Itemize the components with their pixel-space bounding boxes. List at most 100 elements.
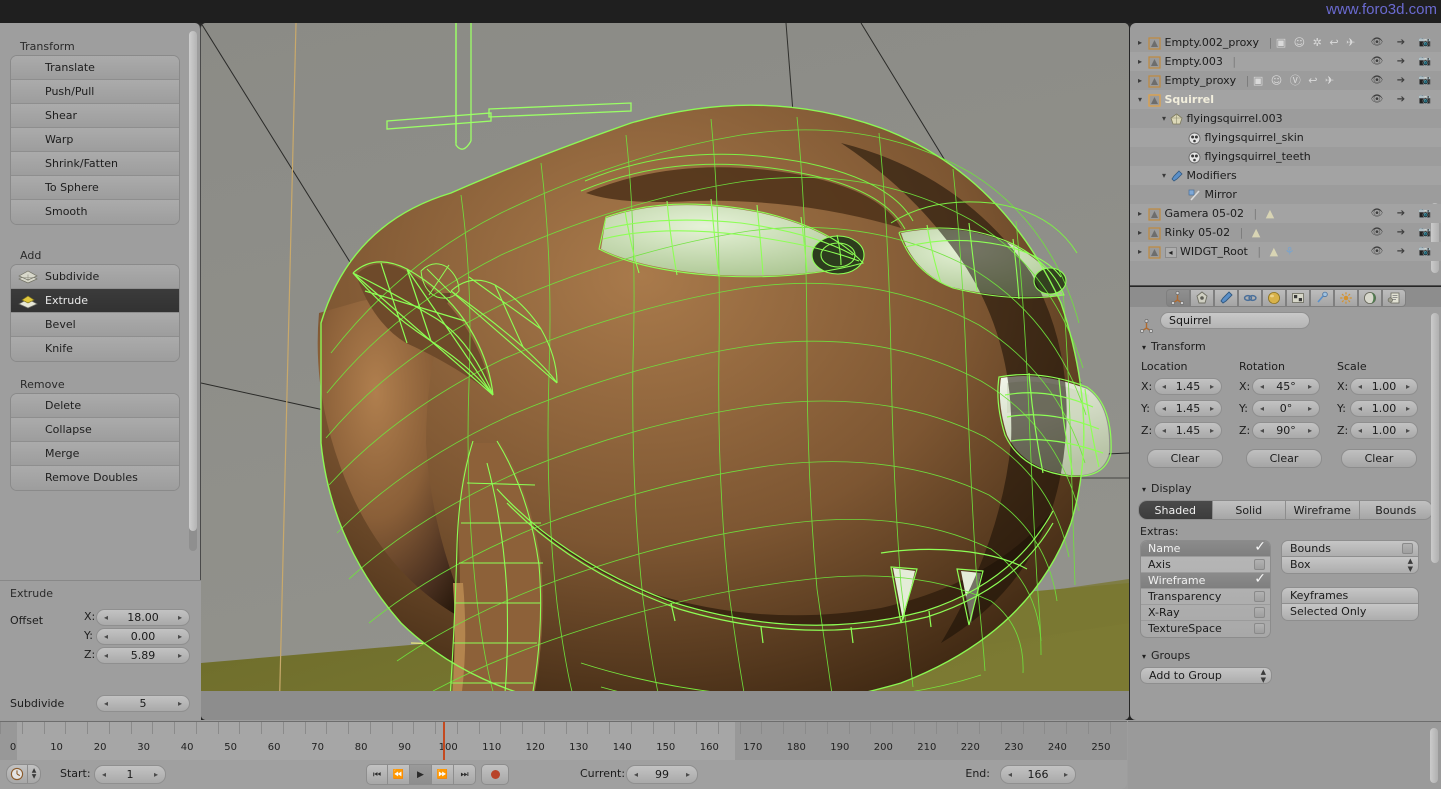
tool-shrink-fatten[interactable]: Shrink/Fatten xyxy=(11,152,179,176)
scale-x-field[interactable]: ◂ 1.00 ▸ xyxy=(1350,378,1418,395)
rotation-x-field[interactable]: ◂ 45° ▸ xyxy=(1252,378,1320,395)
increment-icon[interactable]: ▸ xyxy=(1205,379,1219,394)
eye-icon[interactable]: 👁 xyxy=(1365,52,1389,71)
checkbox[interactable] xyxy=(1254,623,1265,634)
expand-triangle-icon[interactable]: ▸ xyxy=(1134,33,1146,52)
decrement-icon[interactable]: ◂ xyxy=(1003,766,1017,783)
extras-texturespace-row[interactable]: TextureSpace xyxy=(1141,621,1270,637)
increment-icon[interactable]: ▸ xyxy=(173,648,187,663)
cursor-icon[interactable]: ➔ xyxy=(1389,242,1413,261)
increment-icon[interactable]: ▸ xyxy=(1401,401,1415,416)
checkbox[interactable] xyxy=(1402,543,1413,554)
decrement-icon[interactable]: ◂ xyxy=(99,648,113,663)
extras-wireframe-row[interactable]: Wireframe ✓ xyxy=(1141,571,1270,589)
end-frame-field[interactable]: ◂ 166 ▸ xyxy=(1000,765,1076,784)
outliner-row-emptyproxy[interactable]: ▸ Empty_proxy | ▣ ☺ Ⓥ ↩ ✈ 👁 ➔ 📷 xyxy=(1130,71,1441,90)
collapse-triangle-icon[interactable]: ▾ xyxy=(1158,166,1170,185)
record-button[interactable] xyxy=(481,764,509,785)
scale-z-field[interactable]: ◂ 1.00 ▸ xyxy=(1350,422,1418,439)
decrement-icon[interactable]: ◂ xyxy=(99,610,113,625)
expand-triangle-icon[interactable]: ▸ xyxy=(1134,71,1146,90)
toolshelf-scrollbar[interactable] xyxy=(189,31,197,551)
display-mode-solid[interactable]: Solid xyxy=(1212,500,1286,520)
tool-to-sphere[interactable]: To Sphere xyxy=(11,176,179,200)
increment-icon[interactable]: ▸ xyxy=(1303,379,1317,394)
groups-panel-header[interactable]: ▾ Groups xyxy=(1130,644,1441,665)
outliner-row-squirrel[interactable]: ▾ Squirrel 👁 ➔ 📷 xyxy=(1130,90,1441,109)
display-panel-header[interactable]: ▾ Display xyxy=(1130,476,1441,498)
increment-icon[interactable]: ▸ xyxy=(173,610,187,625)
collapse-triangle-icon[interactable]: ▾ xyxy=(1158,109,1170,128)
extras-axis-row[interactable]: Axis xyxy=(1141,557,1270,573)
extras-xray-row[interactable]: X-Ray xyxy=(1141,605,1270,621)
decrement-icon[interactable]: ◂ xyxy=(1353,379,1367,394)
expand-triangle-icon[interactable]: ▸ xyxy=(1134,204,1146,223)
cursor-icon[interactable]: ➔ xyxy=(1389,52,1413,71)
camera-icon[interactable]: 📷 xyxy=(1413,242,1437,261)
play-reverse-button[interactable]: ⏪ xyxy=(388,764,410,785)
outliner-row-mesh[interactable]: ▾ flyingsquirrel.003 xyxy=(1130,109,1441,128)
decrement-icon[interactable]: ◂ xyxy=(1255,423,1269,438)
mesh-data-icon[interactable]: ▲ xyxy=(1266,207,1274,220)
increment-icon[interactable]: ▸ xyxy=(1205,423,1219,438)
mesh-data-icon[interactable]: ▲ xyxy=(1270,245,1278,258)
constraint-tab[interactable] xyxy=(1309,289,1334,307)
outliner-row-empty002proxy[interactable]: ▸ Empty.002_proxy | ▣ ☺ ✲ ↩ ✈ 👁 ➔ 📷 xyxy=(1130,33,1441,52)
outliner-row-teeth-material[interactable]: flyingsquirrel_teeth xyxy=(1130,147,1441,166)
start-frame-field[interactable]: ◂ 1 ▸ xyxy=(94,765,166,784)
offset-x-field[interactable]: ◂ 18.00 ▸ xyxy=(96,609,190,626)
tool-push-pull[interactable]: Push/Pull xyxy=(11,80,179,104)
tool-delete[interactable]: Delete xyxy=(11,394,179,418)
selected-only-button[interactable]: Selected Only xyxy=(1281,604,1419,621)
outliner-row-gamera[interactable]: ▸ Gamera 05-02 | ▲ 👁 ➔ 📷 xyxy=(1130,204,1441,223)
outliner-datablock-icons[interactable]: ▣ ☺ Ⓥ ↩ ✈ xyxy=(1253,74,1336,87)
collapse-triangle-icon[interactable]: ▾ xyxy=(1134,90,1146,109)
keyframes-button[interactable]: Keyframes xyxy=(1281,587,1419,604)
eye-icon[interactable]: 👁 xyxy=(1365,223,1389,242)
display-mode-shaded[interactable]: Shaded xyxy=(1138,500,1213,520)
outliner-datablock-icons[interactable]: ▣ ☺ ✲ ↩ ✈ xyxy=(1276,36,1358,49)
wrench-icon[interactable]: ⚘ xyxy=(1285,245,1295,258)
timeline-playhead[interactable] xyxy=(442,722,445,760)
increment-icon[interactable]: ▸ xyxy=(1059,766,1073,783)
modifier-tab[interactable] xyxy=(1213,289,1238,307)
location-x-field[interactable]: ◂ 1.45 ▸ xyxy=(1154,378,1222,395)
current-frame-field[interactable]: ◂ 99 ▸ xyxy=(626,765,698,784)
camera-icon[interactable]: 📷 xyxy=(1413,90,1437,109)
tool-bevel[interactable]: Bevel xyxy=(11,313,179,337)
updown-arrows-icon[interactable]: ▲ ▼ xyxy=(28,764,41,784)
expand-triangle-icon[interactable]: ▸ xyxy=(1134,223,1146,242)
texture-tab[interactable] xyxy=(1285,289,1310,307)
rotation-z-field[interactable]: ◂ 90° ▸ xyxy=(1252,422,1320,439)
jump-to-end-button[interactable]: ⏭ xyxy=(454,764,476,785)
cursor-icon[interactable]: ➔ xyxy=(1389,223,1413,242)
location-z-field[interactable]: ◂ 1.45 ▸ xyxy=(1154,422,1222,439)
decrement-icon[interactable]: ◂ xyxy=(1255,379,1269,394)
tool-subdivide[interactable]: Subdivide xyxy=(11,265,179,289)
decrement-icon[interactable]: ◂ xyxy=(1255,401,1269,416)
object-name-field[interactable]: Squirrel xyxy=(1160,312,1310,329)
tool-remove-doubles[interactable]: Remove Doubles xyxy=(11,466,179,490)
eye-icon[interactable]: 👁 xyxy=(1365,90,1389,109)
increment-icon[interactable]: ▸ xyxy=(1303,423,1317,438)
increment-icon[interactable]: ▸ xyxy=(1205,401,1219,416)
increment-icon[interactable]: ▸ xyxy=(1401,423,1415,438)
location-y-field[interactable]: ◂ 1.45 ▸ xyxy=(1154,400,1222,417)
tool-shear[interactable]: Shear xyxy=(11,104,179,128)
bounds-type-dropdown[interactable]: Box ▲ ▼ xyxy=(1281,557,1419,574)
scene-tab[interactable] xyxy=(1381,289,1406,307)
world-tab[interactable] xyxy=(1357,289,1382,307)
tool-collapse[interactable]: Collapse xyxy=(11,418,179,442)
increment-icon[interactable]: ▸ xyxy=(173,696,187,711)
increment-icon[interactable]: ▸ xyxy=(173,629,187,644)
increment-icon[interactable]: ▸ xyxy=(149,766,163,783)
material-tab[interactable] xyxy=(1261,289,1286,307)
clear-scale-button[interactable]: Clear xyxy=(1341,449,1417,468)
camera-icon[interactable]: 📷 xyxy=(1413,33,1437,52)
play-button[interactable]: ▶ xyxy=(410,764,432,785)
decrement-icon[interactable]: ◂ xyxy=(629,766,643,783)
camera-icon[interactable]: 📷 xyxy=(1413,71,1437,90)
cursor-icon[interactable]: ➔ xyxy=(1389,204,1413,223)
jump-to-start-button[interactable]: ⏮ xyxy=(366,764,388,785)
decrement-icon[interactable]: ◂ xyxy=(1157,379,1171,394)
